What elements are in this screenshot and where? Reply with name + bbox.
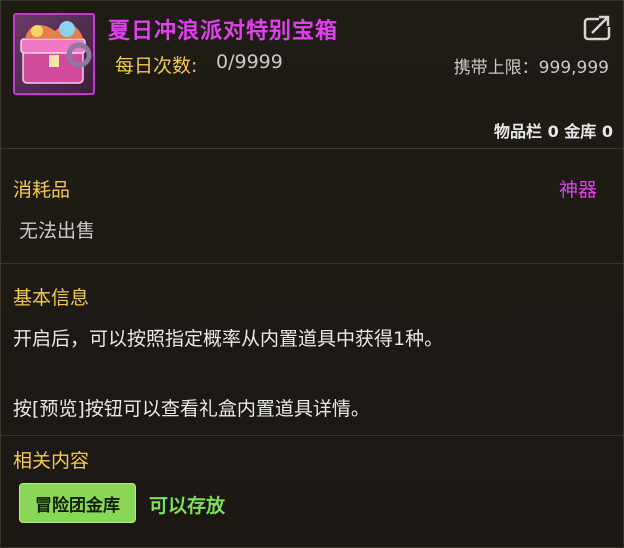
related-title: 相关内容 bbox=[13, 450, 90, 472]
basic-info-title: 基本信息 bbox=[13, 287, 90, 309]
section-divider bbox=[1, 435, 624, 436]
carry-limit: 携带上限：999,999 bbox=[453, 58, 609, 78]
daily-count-value: 0/9999 bbox=[216, 51, 283, 73]
daily-count-label: 每日次数: bbox=[115, 55, 198, 77]
section-divider bbox=[1, 263, 624, 264]
account-vault-tag[interactable]: 冒险团金库 bbox=[19, 483, 136, 523]
store-status: 可以存放 bbox=[149, 495, 226, 517]
share-export-icon[interactable] bbox=[583, 13, 613, 41]
item-title: 夏日冲浪派对特别宝箱 bbox=[108, 19, 339, 44]
sell-status: 无法出售 bbox=[19, 220, 96, 242]
description-line-1: 开启后，可以按照指定概率从内置道具中获得1种。 bbox=[13, 328, 444, 350]
item-rarity: 神器 bbox=[558, 179, 597, 201]
header-divider bbox=[1, 148, 624, 149]
item-type: 消耗品 bbox=[13, 179, 71, 201]
storage-count: 物品栏 0 金库 0 bbox=[494, 122, 613, 141]
item-tooltip-panel: 夏日冲浪派对特别宝箱 每日次数: 0/9999 携带上限：999,999 物品栏… bbox=[0, 0, 624, 548]
tooltip-header: 夏日冲浪派对特别宝箱 每日次数: 0/9999 携带上限：999,999 物品栏… bbox=[1, 1, 624, 149]
treasure-chest-icon bbox=[13, 13, 95, 95]
description-line-2: 按[预览]按钮可以查看礼盒内置道具详情。 bbox=[13, 398, 370, 420]
